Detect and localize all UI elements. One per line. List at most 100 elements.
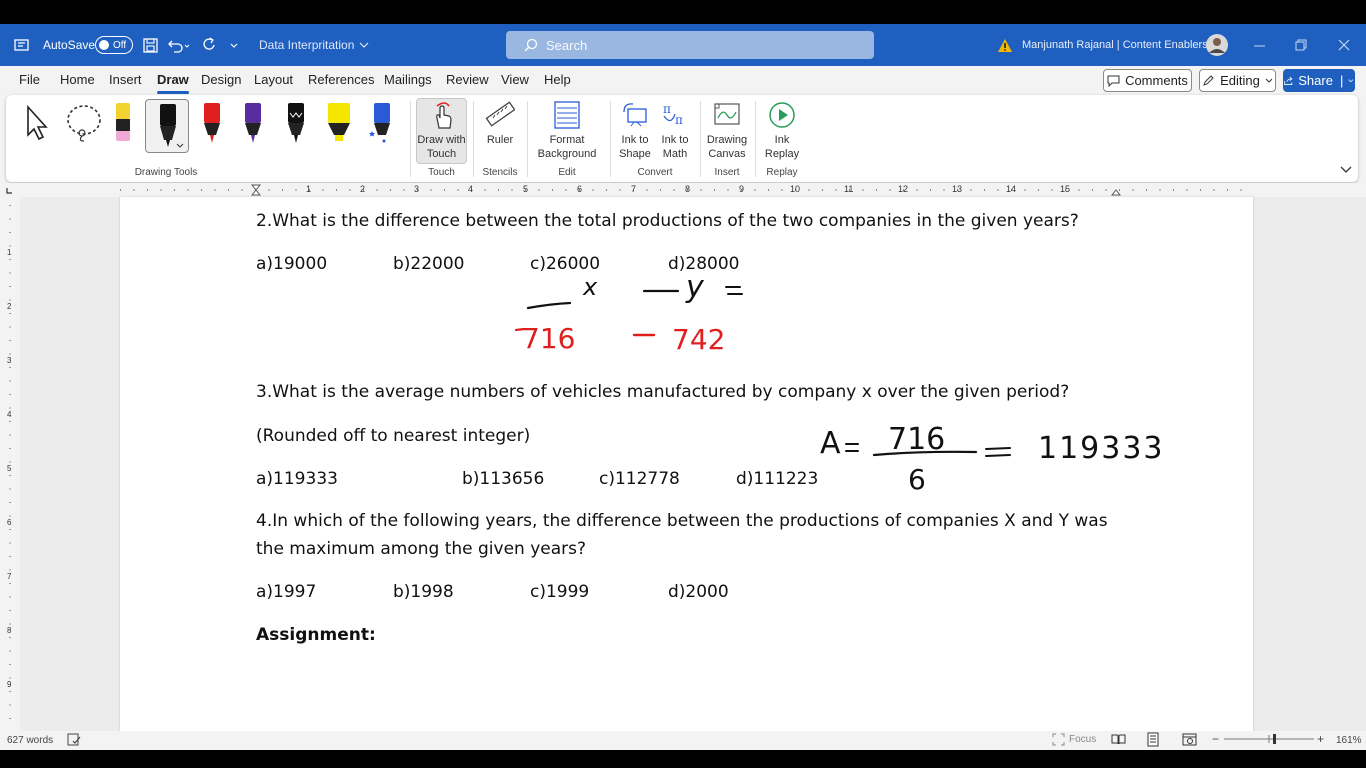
vertical-ruler-mark: 9 — [7, 680, 12, 689]
ruler-mark: 7 — [631, 184, 637, 194]
proofing-icon[interactable] — [67, 733, 81, 749]
tab-help[interactable]: Help — [544, 72, 571, 92]
format-background-line1: Format — [549, 134, 585, 146]
tab-review[interactable]: Review — [446, 72, 489, 92]
ruler-mark: 1 — [306, 184, 312, 194]
select-objects-icon[interactable] — [24, 104, 50, 146]
vertical-ruler[interactable]: 1 2 3 4 5 6 7 8 9 — [0, 197, 20, 731]
ink-replay-button[interactable]: Ink Replay — [760, 99, 804, 161]
ink-to-shape-line2: Shape — [619, 148, 651, 160]
eraser-icon[interactable] — [112, 101, 134, 150]
ruler-mark: 14 — [1006, 184, 1017, 194]
ruler-mark: 13 — [952, 184, 963, 194]
redo-icon[interactable] — [201, 24, 217, 66]
zoom-slider[interactable] — [1224, 733, 1314, 748]
status-bar: 627 words Focus − + 161% — [0, 731, 1366, 750]
ink-avg-label: A — [820, 426, 841, 461]
word-count[interactable]: 627 words — [7, 735, 53, 746]
draw-with-touch-line1: Draw with — [417, 134, 466, 146]
title-bar: AutoSave Off Data Interpritation Search … — [0, 24, 1366, 66]
restore-button[interactable] — [1280, 24, 1322, 66]
document-title[interactable]: Data Interpritation — [259, 24, 370, 66]
horizontal-ruler[interactable]: 1 2 3 4 5 6 7 8 9 10 11 12 13 14 15 — [0, 183, 1366, 197]
drawing-canvas-button[interactable]: Drawing Canvas — [704, 99, 750, 161]
autosave-toggle[interactable]: Off — [95, 24, 133, 66]
tab-references[interactable]: References — [308, 72, 374, 92]
format-background-icon — [552, 99, 582, 131]
sync-icon[interactable] — [14, 24, 30, 66]
zoom-in-button[interactable]: + — [1317, 732, 1324, 746]
ink-to-math-line1: Ink to — [661, 134, 689, 146]
ink-to-shape-line1: Ink to — [621, 134, 649, 146]
comments-button[interactable]: Comments — [1103, 69, 1192, 92]
undo-icon[interactable] — [168, 24, 190, 66]
ruler-button[interactable]: Ruler — [478, 99, 522, 147]
customize-toolbar-icon[interactable] — [229, 24, 239, 66]
close-icon — [1338, 39, 1350, 51]
tab-view[interactable]: View — [501, 72, 529, 92]
vertical-ruler-mark: 4 — [7, 410, 12, 419]
autosave-label: AutoSave — [43, 38, 96, 52]
ink-replay-line1: Ink — [774, 134, 790, 146]
ruler-mark: 8 — [685, 184, 691, 194]
minimize-button[interactable] — [1238, 24, 1280, 66]
vertical-ruler-mark: 6 — [7, 518, 12, 527]
share-button[interactable]: Share | — [1283, 69, 1355, 92]
close-button[interactable] — [1323, 24, 1365, 66]
tab-layout[interactable]: Layout — [254, 72, 293, 92]
share-icon — [1284, 76, 1293, 85]
pen-red[interactable] — [198, 101, 226, 145]
ruler-mark: 9 — [739, 184, 745, 194]
draw-with-touch-line2: Touch — [426, 148, 457, 160]
tab-design[interactable]: Design — [201, 72, 241, 92]
ribbon: Drawing Tools Draw with Touch Touch Rule… — [6, 95, 1358, 182]
editing-label: Editing — [1220, 73, 1260, 88]
tab-file[interactable]: File — [19, 72, 40, 92]
ruler-mark: 12 — [898, 184, 909, 194]
ruler-mark: 4 — [468, 184, 474, 194]
document-page[interactable]: 2.What is the difference between the tot… — [120, 197, 1253, 731]
lasso-select-icon[interactable] — [64, 103, 104, 148]
draw-with-touch[interactable]: Draw with Touch — [416, 99, 467, 161]
format-background-button[interactable]: Format Background — [532, 99, 602, 161]
web-layout-icon[interactable] — [1182, 733, 1197, 749]
editing-button[interactable]: Editing — [1199, 69, 1276, 92]
pen-black-selected[interactable] — [145, 99, 189, 153]
ink-replay-line2: Replay — [764, 148, 800, 160]
pen-black-patterned[interactable] — [282, 101, 310, 145]
ruler-mark: 5 — [523, 184, 529, 194]
group-label-edit: Edit — [558, 167, 576, 178]
ruler-mark: 2 — [360, 184, 366, 194]
tab-mailings[interactable]: Mailings — [384, 72, 432, 92]
vertical-ruler-mark: 7 — [7, 572, 12, 581]
drawing-canvas-line2: Canvas — [708, 148, 746, 160]
ink-avg-denominator: 6 — [908, 463, 926, 496]
document-area: 1 2 3 4 5 6 7 8 9 2.What is the difference betwe… — [0, 197, 1366, 731]
focus-button[interactable]: Focus — [1052, 733, 1096, 746]
comment-icon — [1107, 75, 1120, 87]
ink-to-math-button[interactable]: ππ Ink to Math — [656, 99, 694, 161]
search-box[interactable]: Search — [506, 31, 874, 59]
zoom-out-button[interactable]: − — [1212, 732, 1219, 746]
pen-galaxy-blue[interactable] — [366, 101, 394, 145]
zoom-level[interactable]: 161% — [1336, 735, 1362, 746]
ink-x-label: x — [582, 273, 598, 301]
tab-draw[interactable]: Draw — [157, 72, 189, 94]
ink-annotations[interactable]: x y 716 742 A 716 6 119333 — [120, 197, 1253, 731]
tab-home[interactable]: Home — [60, 72, 95, 92]
restore-icon — [1295, 39, 1307, 51]
tab-insert[interactable]: Insert — [109, 72, 142, 92]
vertical-ruler-mark: 1 — [7, 248, 12, 257]
collapse-ribbon-icon[interactable] — [1340, 161, 1352, 179]
user-name[interactable]: Manjunath Rajanal | Content Enablers — [1022, 24, 1208, 66]
print-layout-icon[interactable] — [1146, 732, 1160, 750]
pen-purple[interactable] — [239, 101, 267, 145]
ink-to-shape-button[interactable]: Ink to Shape — [616, 99, 654, 161]
read-mode-icon[interactable] — [1111, 733, 1126, 749]
warning-icon[interactable] — [997, 24, 1013, 66]
highlighter-yellow[interactable] — [324, 101, 352, 145]
vertical-ruler-mark: 2 — [7, 302, 12, 311]
save-icon[interactable] — [143, 24, 158, 66]
vertical-ruler-mark: 8 — [7, 626, 12, 635]
avatar[interactable] — [1206, 24, 1228, 66]
